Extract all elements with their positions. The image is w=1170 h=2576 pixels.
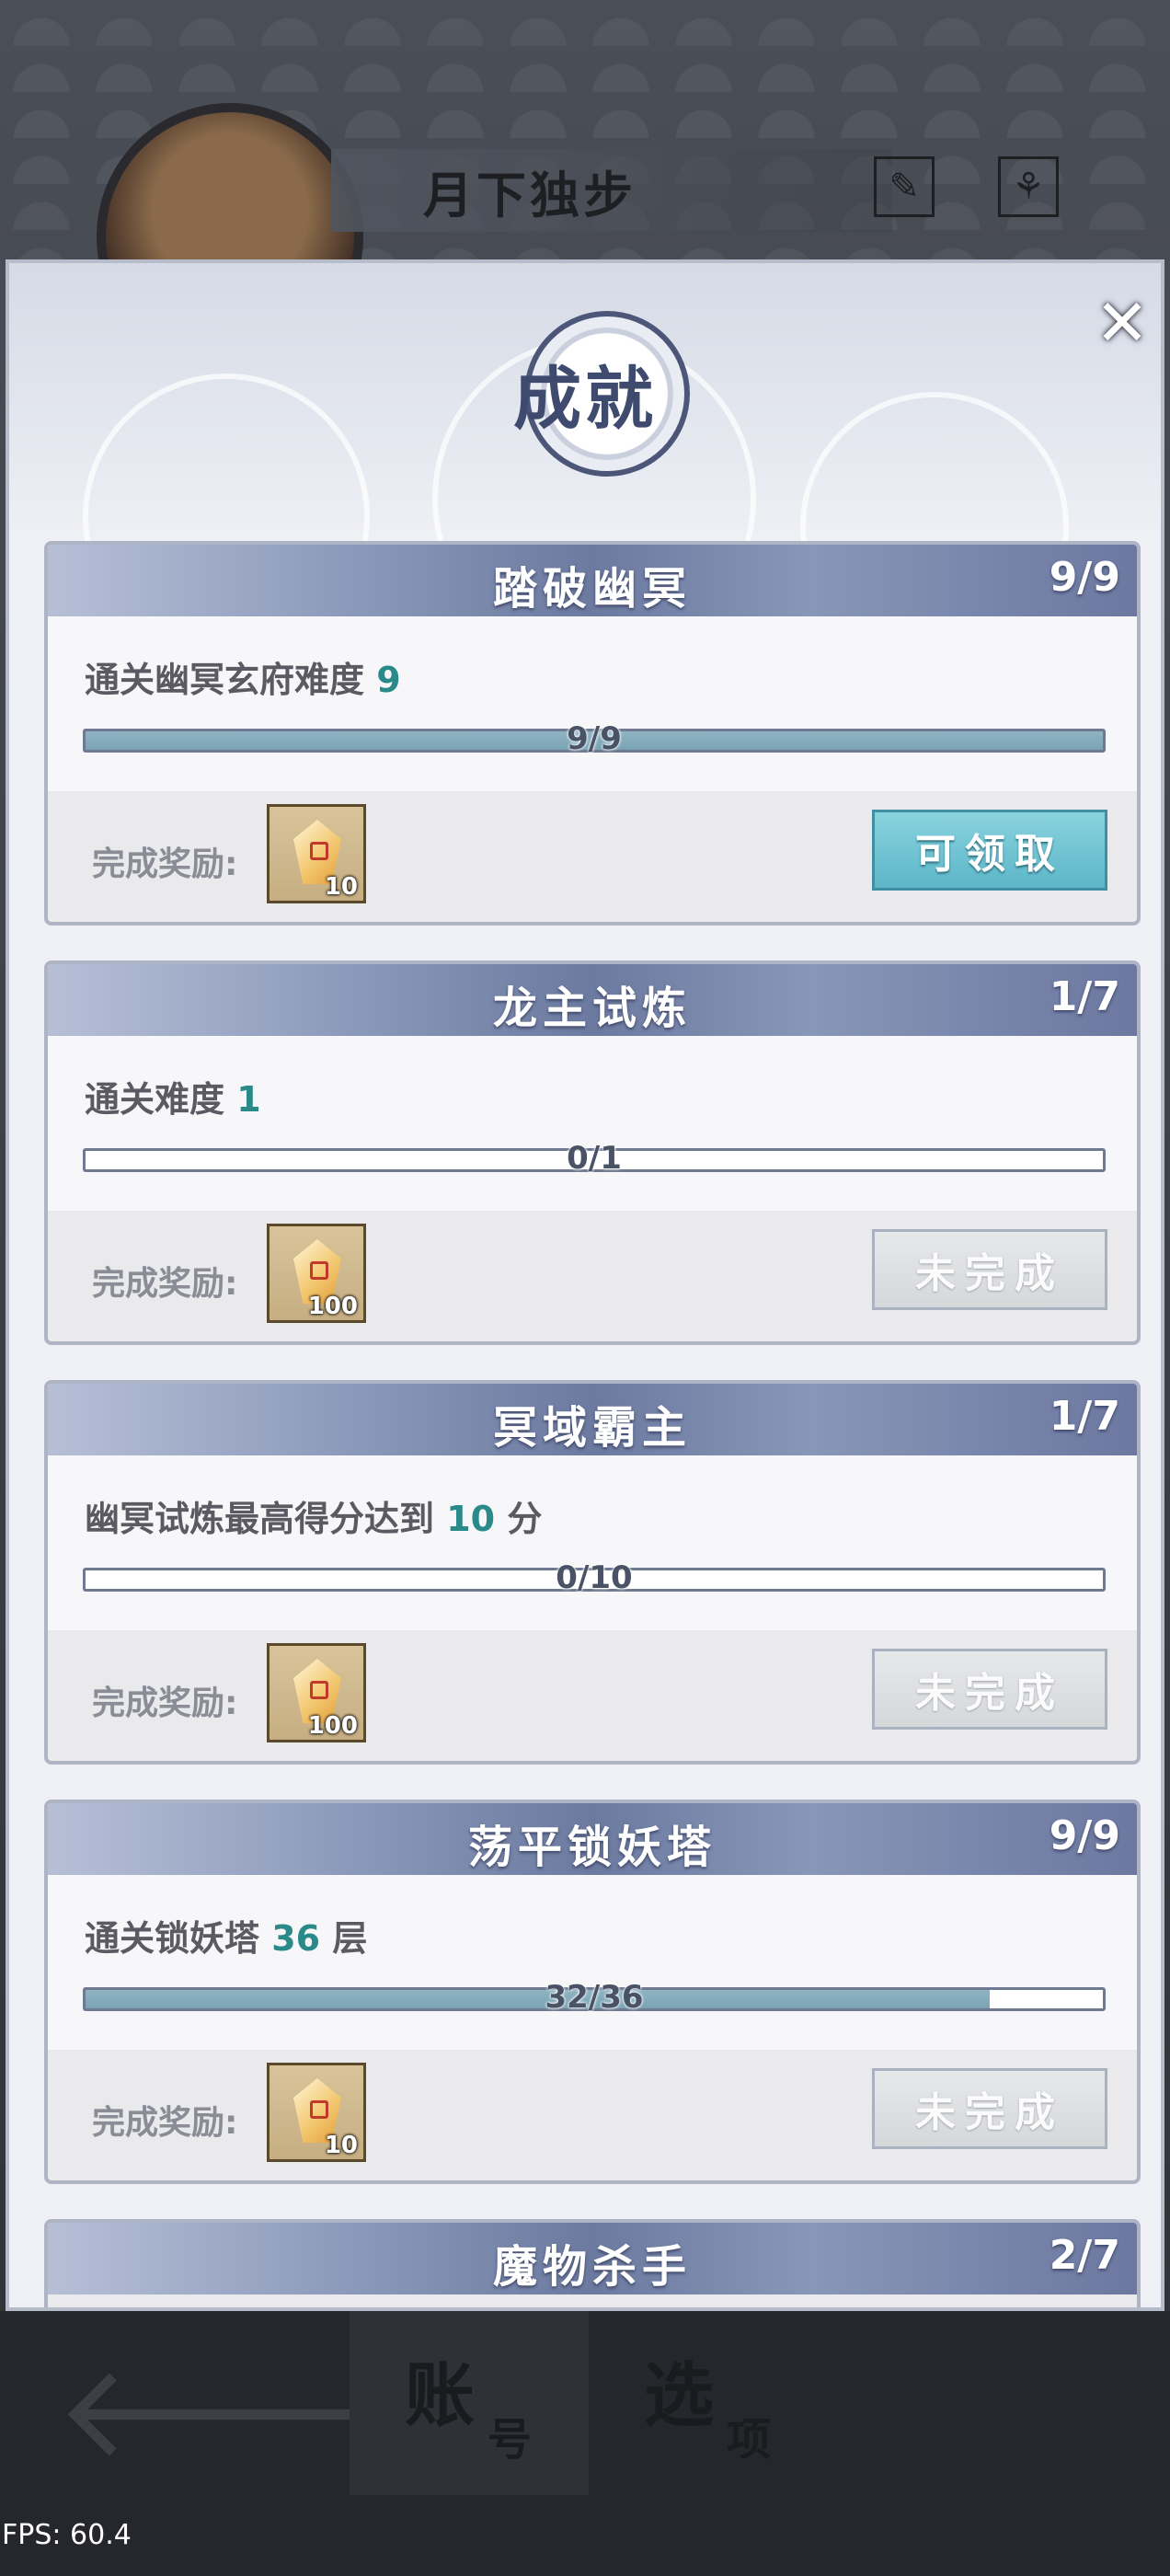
achievement-card: 魔物杀手 2/7 xyxy=(44,2219,1141,2307)
target-value: 1 xyxy=(236,1079,261,1120)
card-header: 踏破幽冥 9/9 xyxy=(48,545,1137,616)
achievement-title: 龙主试炼 xyxy=(492,983,692,1034)
incomplete-button[interactable]: 未完成 xyxy=(872,2068,1107,2149)
progress-text: 0/1 xyxy=(567,1140,622,1177)
achievement-card: 冥域霸主 1/7 幽冥试炼最高得分达到 10 分 0/10 完成奖励: 100 … xyxy=(44,1380,1141,1765)
achievement-card: 荡平锁妖塔 9/9 通关锁妖塔 36 层 32/36 完成奖励: 10 未完成 xyxy=(44,1800,1141,2184)
achievements-modal: 成就 ✕ 踏破幽冥 9/9 通关幽冥玄府难度 9 9/9 完成奖励: 10 可领… xyxy=(6,259,1164,2311)
target-value: 36 xyxy=(271,1918,321,1959)
progress-text: 0/10 xyxy=(556,1559,633,1596)
achievement-tier-count: 2/7 xyxy=(1049,2232,1120,2279)
bottom-nav: 🡐 账 号 选 项 xyxy=(0,2311,1170,2576)
reward-quantity: 10 xyxy=(324,873,358,901)
progress-text: 9/9 xyxy=(567,720,622,757)
card-body: 通关幽冥玄府难度 9 9/9 xyxy=(48,616,1137,791)
card-body: 幽冥试炼最高得分达到 10 分 0/10 xyxy=(48,1455,1137,1630)
progress-bar: 32/36 xyxy=(83,1979,1106,2016)
achievement-tier-count: 9/9 xyxy=(1049,1812,1120,1859)
profile-header: 月下独步 ✎ ⚘ xyxy=(0,0,1170,370)
achievement-title: 荡平锁妖塔 xyxy=(467,1822,717,1873)
achievement-description: 通关难度 1 xyxy=(85,1079,261,1120)
card-header: 魔物杀手 2/7 xyxy=(48,2223,1137,2294)
achievement-card: 踏破幽冥 9/9 通关幽冥玄府难度 9 9/9 完成奖励: 10 可领取 xyxy=(44,541,1141,926)
progress-bar: 9/9 xyxy=(83,720,1106,757)
claim-button[interactable]: 可领取 xyxy=(872,810,1107,891)
reward-quantity: 10 xyxy=(324,2132,358,2159)
reward-item[interactable]: 100 xyxy=(267,1224,366,1323)
fps-counter: FPS: 60.4 xyxy=(2,2519,132,2551)
target-value: 9 xyxy=(376,660,401,700)
reward-label: 完成奖励: xyxy=(92,1265,238,1303)
achievement-description: 通关锁妖塔 36 层 xyxy=(85,1918,368,1959)
card-header: 冥域霸主 1/7 xyxy=(48,1384,1137,1455)
progress-text: 32/36 xyxy=(545,1979,644,2016)
achievement-description: 幽冥试炼最高得分达到 10 分 xyxy=(85,1499,543,1539)
achievement-title: 冥域霸主 xyxy=(492,1402,692,1454)
reward-label: 完成奖励: xyxy=(92,2104,238,2142)
card-body: 通关难度 1 0/1 xyxy=(48,1036,1137,1211)
brush-icon[interactable]: ✎ xyxy=(874,156,935,217)
reward-item[interactable]: 10 xyxy=(267,804,366,903)
achievement-tier-count: 1/7 xyxy=(1049,973,1120,1020)
reward-quantity: 100 xyxy=(307,1293,358,1320)
modal-header: 成就 ✕ xyxy=(9,263,1161,661)
incomplete-button[interactable]: 未完成 xyxy=(872,1649,1107,1730)
card-header: 荡平锁妖塔 9/9 xyxy=(48,1803,1137,1875)
progress-bar: 0/1 xyxy=(83,1140,1106,1177)
tab-account[interactable]: 账 号 xyxy=(350,2311,589,2495)
progress-bar: 0/10 xyxy=(83,1559,1106,1596)
achievement-tier-count: 1/7 xyxy=(1049,1393,1120,1440)
close-button[interactable]: ✕ xyxy=(1095,291,1150,355)
reward-label: 完成奖励: xyxy=(92,1685,238,1722)
reward-label: 完成奖励: xyxy=(92,845,238,883)
tab-options[interactable]: 选 项 xyxy=(589,2311,828,2495)
reward-item[interactable]: 100 xyxy=(267,1643,366,1742)
achievement-title: 踏破幽冥 xyxy=(492,563,692,615)
target-value: 10 xyxy=(446,1499,496,1539)
achievement-card: 龙主试炼 1/7 通关难度 1 0/1 完成奖励: 100 未完成 xyxy=(44,960,1141,1345)
achievement-title: 魔物杀手 xyxy=(492,2241,692,2293)
card-header: 龙主试炼 1/7 xyxy=(48,964,1137,1036)
reward-quantity: 100 xyxy=(307,1712,358,1740)
player-name: 月下独步 xyxy=(423,167,637,224)
flower-icon[interactable]: ⚘ xyxy=(998,156,1059,217)
card-body: 通关锁妖塔 36 层 32/36 xyxy=(48,1875,1137,2050)
modal-title: 成就 xyxy=(513,360,657,439)
achievement-tier-count: 9/9 xyxy=(1049,554,1120,601)
achievement-description: 通关幽冥玄府难度 9 xyxy=(85,660,401,700)
reward-item[interactable]: 10 xyxy=(267,2063,366,2162)
incomplete-button[interactable]: 未完成 xyxy=(872,1229,1107,1310)
